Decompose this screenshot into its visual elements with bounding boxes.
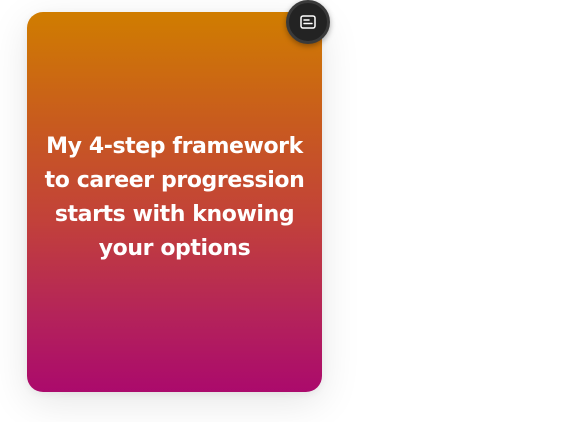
video-card[interactable]: My 4-step framework to career progressio… xyxy=(27,12,322,392)
card-caption-text: My 4-step framework to career progressio… xyxy=(45,130,305,266)
stage: My 4-step framework to career progressio… xyxy=(0,0,562,422)
captions-button[interactable] xyxy=(286,0,330,44)
captions-icon xyxy=(300,15,316,29)
caption-line-2: to career progression xyxy=(44,168,305,193)
caption-line-1: My 4-step framework xyxy=(46,134,303,159)
caption-line-4: your options xyxy=(98,236,251,261)
caption-line-3: starts with knowing xyxy=(54,202,295,227)
